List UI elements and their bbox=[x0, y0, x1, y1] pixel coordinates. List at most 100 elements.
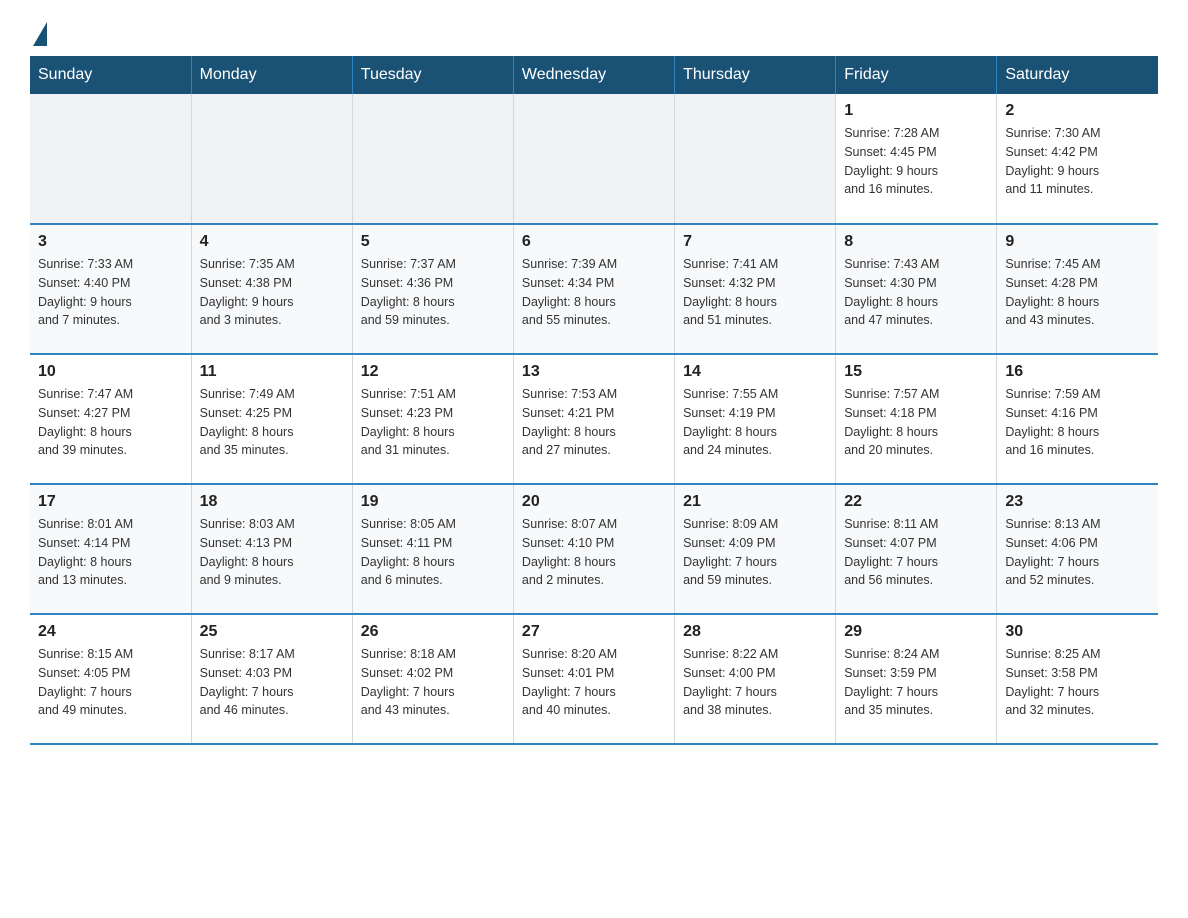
day-number: 24 bbox=[38, 623, 183, 641]
day-number: 23 bbox=[1005, 493, 1150, 511]
calendar-cell bbox=[191, 94, 352, 224]
day-info: Sunrise: 8:20 AM Sunset: 4:01 PM Dayligh… bbox=[522, 645, 666, 720]
page-header bbox=[30, 20, 1158, 46]
day-info: Sunrise: 8:25 AM Sunset: 3:58 PM Dayligh… bbox=[1005, 645, 1150, 720]
day-number: 1 bbox=[844, 102, 988, 120]
calendar-cell: 20 Sunrise: 8:07 AM Sunset: 4:10 PM Dayli… bbox=[513, 484, 674, 614]
day-info: Sunrise: 8:03 AM Sunset: 4:13 PM Dayligh… bbox=[200, 515, 344, 590]
day-info: Sunrise: 8:11 AM Sunset: 4:07 PM Dayligh… bbox=[844, 515, 988, 590]
day-info: Sunrise: 7:41 AM Sunset: 4:32 PM Dayligh… bbox=[683, 255, 827, 330]
calendar-cell: 24 Sunrise: 8:15 AM Sunset: 4:05 PM Dayli… bbox=[30, 614, 191, 744]
calendar-cell: 25 Sunrise: 8:17 AM Sunset: 4:03 PM Dayli… bbox=[191, 614, 352, 744]
day-number: 27 bbox=[522, 623, 666, 641]
day-number: 20 bbox=[522, 493, 666, 511]
day-number: 19 bbox=[361, 493, 505, 511]
day-number: 8 bbox=[844, 233, 988, 251]
calendar-cell: 30 Sunrise: 8:25 AM Sunset: 3:58 PM Dayli… bbox=[997, 614, 1158, 744]
day-info: Sunrise: 8:13 AM Sunset: 4:06 PM Dayligh… bbox=[1005, 515, 1150, 590]
calendar-week-3: 10Sunrise: 7:47 AM Sunset: 4:27 PM Dayli… bbox=[30, 354, 1158, 484]
header-day-tuesday: Tuesday bbox=[352, 56, 513, 94]
day-number: 13 bbox=[522, 363, 666, 381]
day-info: Sunrise: 8:24 AM Sunset: 3:59 PM Dayligh… bbox=[844, 645, 988, 720]
calendar-cell: 22 Sunrise: 8:11 AM Sunset: 4:07 PM Dayli… bbox=[836, 484, 997, 614]
calendar-cell: 8 Sunrise: 7:43 AM Sunset: 4:30 PM Daylig… bbox=[836, 224, 997, 354]
day-number: 9 bbox=[1005, 233, 1150, 251]
day-info: Sunrise: 8:15 AM Sunset: 4:05 PM Dayligh… bbox=[38, 645, 183, 720]
header-day-friday: Friday bbox=[836, 56, 997, 94]
calendar-body: 1 Sunrise: 7:28 AM Sunset: 4:45 PM Daylig… bbox=[30, 94, 1158, 744]
day-info: Sunrise: 8:09 AM Sunset: 4:09 PM Dayligh… bbox=[683, 515, 827, 590]
calendar-cell bbox=[30, 94, 191, 224]
header-day-monday: Monday bbox=[191, 56, 352, 94]
calendar-cell: 17 Sunrise: 8:01 AM Sunset: 4:14 PM Dayli… bbox=[30, 484, 191, 614]
day-info: Sunrise: 8:22 AM Sunset: 4:00 PM Dayligh… bbox=[683, 645, 827, 720]
day-number: 25 bbox=[200, 623, 344, 641]
day-info: Sunrise: 7:57 AM Sunset: 4:18 PM Dayligh… bbox=[844, 385, 988, 460]
calendar-week-5: 24 Sunrise: 8:15 AM Sunset: 4:05 PM Dayli… bbox=[30, 614, 1158, 744]
calendar-cell: 5 Sunrise: 7:37 AM Sunset: 4:36 PM Daylig… bbox=[352, 224, 513, 354]
calendar-cell: 1 Sunrise: 7:28 AM Sunset: 4:45 PM Daylig… bbox=[836, 94, 997, 224]
day-number: 12 bbox=[361, 363, 505, 381]
day-number: 6 bbox=[522, 233, 666, 251]
calendar-cell: 26Sunrise: 8:18 AM Sunset: 4:02 PM Dayli… bbox=[352, 614, 513, 744]
day-info: Sunrise: 8:17 AM Sunset: 4:03 PM Dayligh… bbox=[200, 645, 344, 720]
day-number: 22 bbox=[844, 493, 988, 511]
calendar-cell: 28 Sunrise: 8:22 AM Sunset: 4:00 PM Dayli… bbox=[675, 614, 836, 744]
day-number: 5 bbox=[361, 233, 505, 251]
calendar-cell: 6 Sunrise: 7:39 AM Sunset: 4:34 PM Daylig… bbox=[513, 224, 674, 354]
header-day-thursday: Thursday bbox=[675, 56, 836, 94]
day-info: Sunrise: 7:53 AM Sunset: 4:21 PM Dayligh… bbox=[522, 385, 666, 460]
header-day-wednesday: Wednesday bbox=[513, 56, 674, 94]
day-number: 2 bbox=[1005, 102, 1150, 120]
calendar-cell: 9Sunrise: 7:45 AM Sunset: 4:28 PM Daylig… bbox=[997, 224, 1158, 354]
day-number: 17 bbox=[38, 493, 183, 511]
day-info: Sunrise: 7:55 AM Sunset: 4:19 PM Dayligh… bbox=[683, 385, 827, 460]
day-number: 11 bbox=[200, 363, 344, 381]
calendar-cell: 2Sunrise: 7:30 AM Sunset: 4:42 PM Daylig… bbox=[997, 94, 1158, 224]
day-info: Sunrise: 7:51 AM Sunset: 4:23 PM Dayligh… bbox=[361, 385, 505, 460]
calendar-cell: 23 Sunrise: 8:13 AM Sunset: 4:06 PM Dayli… bbox=[997, 484, 1158, 614]
calendar-cell: 15 Sunrise: 7:57 AM Sunset: 4:18 PM Dayli… bbox=[836, 354, 997, 484]
day-info: Sunrise: 7:37 AM Sunset: 4:36 PM Dayligh… bbox=[361, 255, 505, 330]
calendar-cell: 3Sunrise: 7:33 AM Sunset: 4:40 PM Daylig… bbox=[30, 224, 191, 354]
calendar-cell: 12 Sunrise: 7:51 AM Sunset: 4:23 PM Dayli… bbox=[352, 354, 513, 484]
day-info: Sunrise: 7:43 AM Sunset: 4:30 PM Dayligh… bbox=[844, 255, 988, 330]
calendar-cell: 7 Sunrise: 7:41 AM Sunset: 4:32 PM Daylig… bbox=[675, 224, 836, 354]
calendar-cell: 27 Sunrise: 8:20 AM Sunset: 4:01 PM Dayli… bbox=[513, 614, 674, 744]
calendar-cell: 10Sunrise: 7:47 AM Sunset: 4:27 PM Dayli… bbox=[30, 354, 191, 484]
day-number: 29 bbox=[844, 623, 988, 641]
header-day-saturday: Saturday bbox=[997, 56, 1158, 94]
day-info: Sunrise: 8:01 AM Sunset: 4:14 PM Dayligh… bbox=[38, 515, 183, 590]
calendar-cell: 18 Sunrise: 8:03 AM Sunset: 4:13 PM Dayli… bbox=[191, 484, 352, 614]
day-number: 18 bbox=[200, 493, 344, 511]
header-day-sunday: Sunday bbox=[30, 56, 191, 94]
calendar-table: SundayMondayTuesdayWednesdayThursdayFrid… bbox=[30, 56, 1158, 745]
calendar-cell bbox=[352, 94, 513, 224]
calendar-cell bbox=[675, 94, 836, 224]
calendar-cell: 4Sunrise: 7:35 AM Sunset: 4:38 PM Daylig… bbox=[191, 224, 352, 354]
day-number: 30 bbox=[1005, 623, 1150, 641]
calendar-cell: 11 Sunrise: 7:49 AM Sunset: 4:25 PM Dayli… bbox=[191, 354, 352, 484]
calendar-cell: 29 Sunrise: 8:24 AM Sunset: 3:59 PM Dayli… bbox=[836, 614, 997, 744]
day-info: Sunrise: 8:18 AM Sunset: 4:02 PM Dayligh… bbox=[361, 645, 505, 720]
day-info: Sunrise: 7:39 AM Sunset: 4:34 PM Dayligh… bbox=[522, 255, 666, 330]
day-info: Sunrise: 7:33 AM Sunset: 4:40 PM Dayligh… bbox=[38, 255, 183, 330]
calendar-cell: 19Sunrise: 8:05 AM Sunset: 4:11 PM Dayli… bbox=[352, 484, 513, 614]
calendar-cell: 13 Sunrise: 7:53 AM Sunset: 4:21 PM Dayli… bbox=[513, 354, 674, 484]
day-info: Sunrise: 7:28 AM Sunset: 4:45 PM Dayligh… bbox=[844, 124, 988, 199]
calendar-cell: 16Sunrise: 7:59 AM Sunset: 4:16 PM Dayli… bbox=[997, 354, 1158, 484]
day-info: Sunrise: 7:49 AM Sunset: 4:25 PM Dayligh… bbox=[200, 385, 344, 460]
day-number: 28 bbox=[683, 623, 827, 641]
day-number: 21 bbox=[683, 493, 827, 511]
day-number: 10 bbox=[38, 363, 183, 381]
day-number: 15 bbox=[844, 363, 988, 381]
logo-triangle-icon bbox=[33, 22, 47, 46]
day-info: Sunrise: 8:07 AM Sunset: 4:10 PM Dayligh… bbox=[522, 515, 666, 590]
day-number: 7 bbox=[683, 233, 827, 251]
calendar-cell: 21 Sunrise: 8:09 AM Sunset: 4:09 PM Dayli… bbox=[675, 484, 836, 614]
day-number: 14 bbox=[683, 363, 827, 381]
header-row: SundayMondayTuesdayWednesdayThursdayFrid… bbox=[30, 56, 1158, 94]
calendar-header: SundayMondayTuesdayWednesdayThursdayFrid… bbox=[30, 56, 1158, 94]
calendar-cell: 14 Sunrise: 7:55 AM Sunset: 4:19 PM Dayli… bbox=[675, 354, 836, 484]
day-info: Sunrise: 7:59 AM Sunset: 4:16 PM Dayligh… bbox=[1005, 385, 1150, 460]
